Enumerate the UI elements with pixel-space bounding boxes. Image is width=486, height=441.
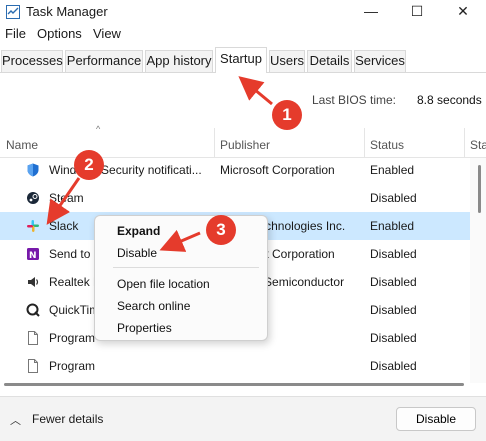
row-name: Program	[49, 359, 96, 373]
column-publisher[interactable]: Publisher	[220, 138, 270, 152]
fewer-details-link[interactable]: Fewer details	[32, 412, 103, 426]
row-name: Slack	[49, 219, 79, 233]
row-status: Disabled	[370, 191, 417, 205]
column-divider[interactable]	[214, 128, 215, 158]
tab-strip: Processes Performance App history Startu…	[0, 47, 486, 73]
tab-startup[interactable]: Startup	[215, 47, 267, 73]
table-row[interactable]: Windows Security notificati... Microsoft…	[0, 156, 470, 184]
row-status: Disabled	[370, 247, 417, 261]
tab-app-history[interactable]: App history	[145, 50, 213, 72]
row-status: Disabled	[370, 331, 417, 345]
tab-details[interactable]: Details	[307, 50, 352, 72]
window-title: Task Manager	[26, 4, 108, 19]
ctx-open-file-location[interactable]: Open file location	[117, 277, 210, 291]
realtek-icon	[28, 277, 39, 287]
column-divider[interactable]	[364, 128, 365, 158]
svg-text:N: N	[29, 251, 37, 261]
column-divider[interactable]	[464, 128, 465, 158]
row-status: Enabled	[370, 219, 415, 233]
bios-time-label: Last BIOS time:	[311, 93, 396, 107]
menu-view[interactable]: View	[93, 26, 121, 41]
table-row[interactable]: Program Disabled	[0, 352, 470, 380]
slack-icon	[27, 220, 39, 232]
context-menu: Expand Disable Open file location Search…	[94, 215, 268, 341]
bios-time-value: 8.8 seconds	[417, 93, 482, 107]
file-icon	[28, 359, 38, 373]
row-publisher: Microsoft Corporation	[220, 163, 335, 177]
file-icon	[28, 331, 38, 345]
menu-options[interactable]: Options	[37, 26, 82, 41]
tab-services[interactable]: Services	[354, 50, 406, 72]
row-status: Disabled	[370, 303, 417, 317]
callout-badge: 2	[74, 150, 104, 180]
tab-performance[interactable]: Performance	[65, 50, 143, 72]
row-name: Program	[49, 331, 96, 345]
ctx-separator	[113, 267, 259, 268]
ctx-properties[interactable]: Properties	[117, 321, 172, 335]
row-name: Windows Security notificati...	[49, 163, 202, 177]
row-status: Disabled	[370, 359, 417, 373]
column-status[interactable]: Status	[370, 138, 404, 152]
table-row[interactable]: Steam Disabled	[0, 184, 470, 212]
tab-processes[interactable]: Processes	[1, 50, 63, 72]
column-name[interactable]: Name	[6, 138, 38, 152]
horizontal-scroll-thumb[interactable]	[4, 383, 464, 386]
close-button[interactable]: ✕	[440, 0, 486, 24]
onenote-icon: N	[27, 248, 39, 261]
minimize-button[interactable]: —	[348, 0, 394, 24]
quicktime-icon	[26, 303, 40, 317]
ctx-search-online[interactable]: Search online	[117, 299, 190, 313]
column-header-row: Name Publisher Status Sta	[0, 128, 486, 158]
arrow-1	[238, 76, 273, 106]
shield-icon	[27, 163, 39, 177]
tab-users[interactable]: Users	[269, 50, 305, 72]
task-manager-icon	[6, 5, 20, 19]
steam-icon	[27, 192, 39, 204]
callout-badge: 3	[206, 215, 236, 245]
row-status: Enabled	[370, 163, 415, 177]
chevron-up-icon[interactable]: ︿	[10, 412, 21, 428]
vertical-scroll-thumb[interactable]	[478, 165, 481, 213]
ctx-disable[interactable]: Disable	[117, 246, 157, 260]
maximize-button[interactable]: ☐	[394, 0, 440, 24]
column-startup-impact[interactable]: Sta	[470, 138, 486, 152]
ctx-expand[interactable]: Expand	[117, 224, 160, 238]
row-name: Steam	[49, 191, 84, 205]
title-bar: Task Manager — ☐ ✕	[0, 0, 486, 24]
disable-button[interactable]: Disable	[396, 407, 476, 431]
menu-file[interactable]: File	[5, 26, 26, 41]
footer-bar: ︿ Fewer details Disable	[0, 396, 486, 441]
row-status: Disabled	[370, 275, 417, 289]
callout-badge: 1	[272, 100, 302, 130]
